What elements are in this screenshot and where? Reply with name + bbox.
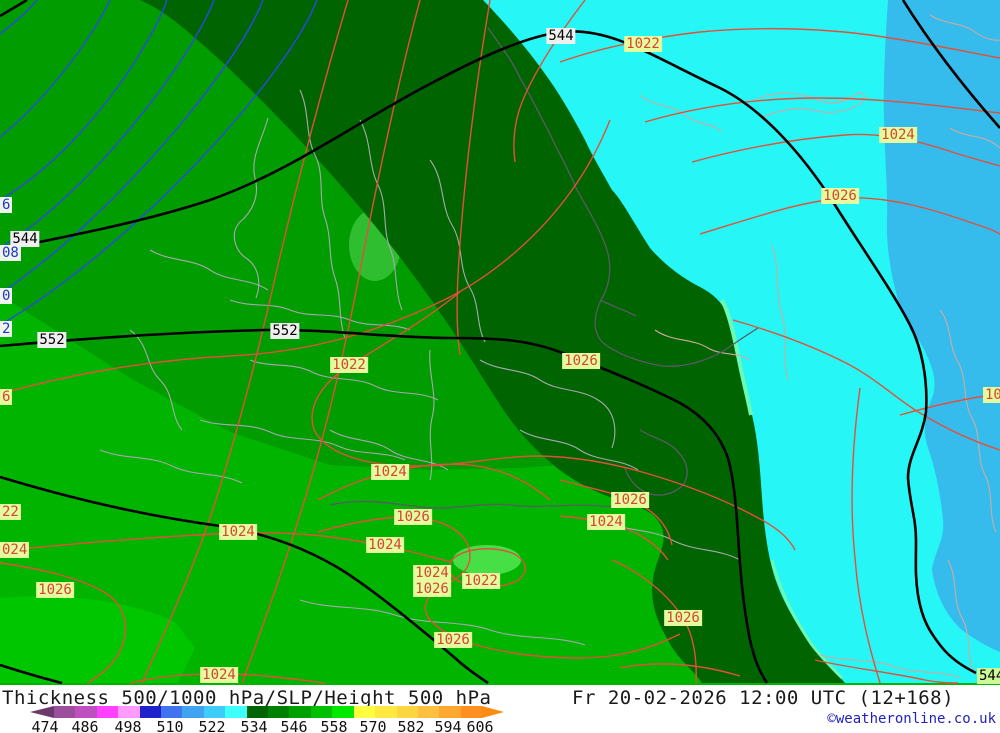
pressure-isobar-label: 1026 (664, 610, 702, 626)
legend-bar: Thickness 500/1000 hPa/SLP/Height 500 hP… (0, 685, 1000, 733)
colorbar-block (182, 706, 203, 718)
colorbar-block (225, 706, 246, 718)
height-contour-label: 544 (546, 28, 575, 44)
colorbar-tick-label: 498 (114, 718, 141, 733)
colorbar-tick-label: 486 (71, 718, 98, 733)
pressure-isobar-label: 1024 (200, 667, 238, 683)
colorbar-block (97, 706, 118, 718)
pressure-isobar-label: 1026 (413, 581, 451, 597)
colorbar-tick-label: 546 (280, 718, 307, 733)
colorbar-block (397, 706, 418, 718)
pressure-isobar-label: 1024 (983, 387, 1000, 403)
colorbar-tick-label: 510 (156, 718, 183, 733)
colorbar-arrow-right (482, 706, 504, 718)
pressure-isobar-label: 1024 (219, 524, 257, 540)
pressure-isobar-label: 024 (0, 542, 29, 558)
colorbar-block (311, 706, 332, 718)
pressure-isobar-label: 0 (0, 288, 12, 304)
height-contour-label: 552 (270, 323, 299, 339)
pressure-isobar-label: 1022 (462, 573, 500, 589)
colorbar-block (289, 706, 310, 718)
colorbar-block (268, 706, 289, 718)
colorbar-block (439, 706, 460, 718)
pressure-isobar-label: 6 (0, 389, 12, 405)
colorbar-tick-label: 606 (466, 718, 493, 733)
colorbar-block (332, 706, 353, 718)
colorbar-ticks: 474 486 498 510 522 534 546 558 570 582 594 606 (0, 718, 520, 733)
height-contour-label: 544 (977, 668, 1000, 684)
colorbar-tick-label: 522 (198, 718, 225, 733)
pressure-isobar-label: 1026 (562, 353, 600, 369)
colorbar-block (418, 706, 439, 718)
pressure-isobar-label: 1026 (821, 188, 859, 204)
pressure-isobar-label: 2 (0, 321, 12, 337)
colorbar-tick-label: 474 (31, 718, 58, 733)
colorbar-block (75, 706, 96, 718)
colorbar-block (247, 706, 268, 718)
colorbar-tick-label: 534 (240, 718, 267, 733)
pressure-isobar-label: 1026 (394, 509, 432, 525)
colorbar-block (140, 706, 161, 718)
pressure-isobar-label: 1024 (587, 514, 625, 530)
thickness-colorbar (30, 706, 504, 718)
colorbar-block (375, 706, 396, 718)
pressure-isobar-label: 1024 (366, 537, 404, 553)
pressure-isobar-label: 08 (0, 245, 21, 261)
colorbar-tick-label: 570 (359, 718, 386, 733)
shade-light-patch-b (453, 545, 521, 575)
colorbar-block (204, 706, 225, 718)
pressure-isobar-label: 1024 (413, 565, 451, 581)
pressure-isobar-label: 1022 (330, 357, 368, 373)
colorbar-tick-label: 594 (434, 718, 461, 733)
pressure-isobar-label: 6 (0, 197, 12, 213)
map-canvas (0, 0, 1000, 685)
pressure-isobar-label: 1022 (624, 36, 662, 52)
pressure-isobar-label: 1024 (879, 127, 917, 143)
colorbar-tick-label: 558 (320, 718, 347, 733)
colorbar-block (118, 706, 139, 718)
pressure-isobar-label: 1026 (36, 582, 74, 598)
pressure-isobar-label: 22 (0, 504, 21, 520)
colorbar-block (54, 706, 75, 718)
colorbar-arrow-left (30, 706, 54, 718)
pressure-isobar-label: 1026 (611, 492, 649, 508)
colorbar-block (354, 706, 375, 718)
colorbar-tick-label: 582 (397, 718, 424, 733)
pressure-isobar-label: 1024 (371, 464, 409, 480)
weather-map: 5445525525445441022102410261022102610241… (0, 0, 1000, 685)
forecast-datetime: Fr 20-02-2026 12:00 UTC (12+168) (572, 687, 954, 709)
weather-map-screen: 5445525525445441022102410261022102610241… (0, 0, 1000, 733)
height-contour-label: 552 (37, 332, 66, 348)
colorbar-block (161, 706, 182, 718)
colorbar-block (461, 706, 482, 718)
pressure-isobar-label: 1026 (434, 632, 472, 648)
copyright-link[interactable]: ©weatheronline.co.uk (827, 711, 996, 727)
